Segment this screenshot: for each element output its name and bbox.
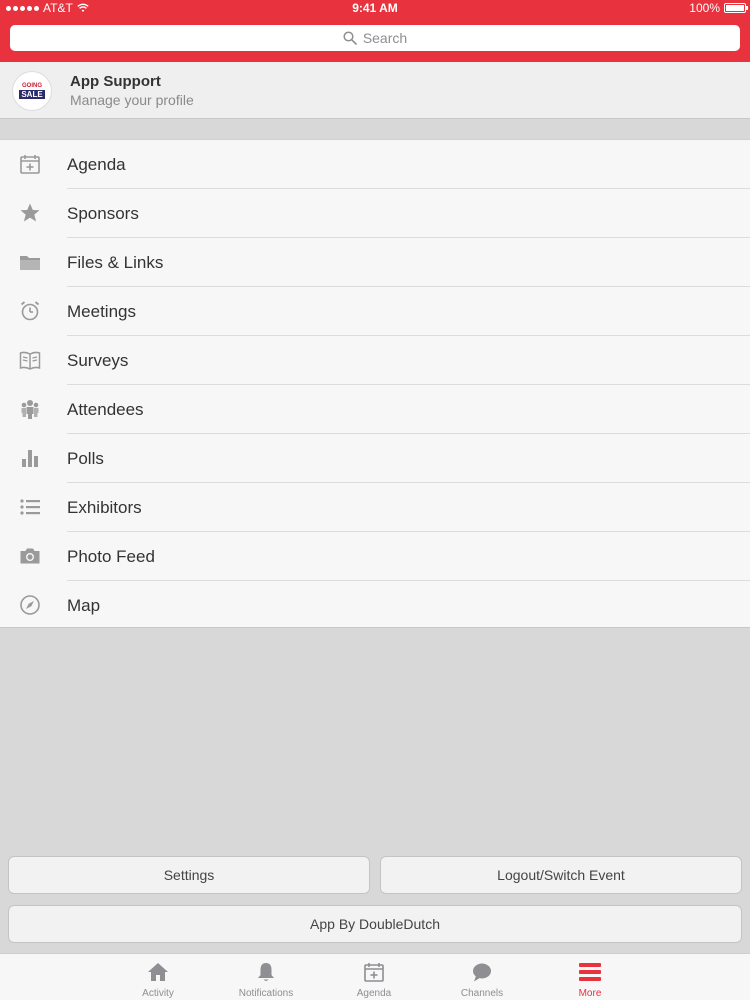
profile-name: App Support (70, 73, 161, 90)
menu-item-label: Meetings (67, 302, 136, 321)
tab-more[interactable]: More (536, 954, 644, 1000)
menu-item-label: Files & Links (67, 253, 164, 272)
tab-label: More (578, 988, 602, 999)
menu-item-label: Polls (67, 449, 104, 468)
status-time: 9:41 AM (352, 1, 398, 15)
avatar-logo-text-top: GOING (21, 83, 42, 89)
search-header: Search (0, 16, 750, 62)
logout-button-label: Logout/Switch Event (497, 867, 625, 883)
list-icon (19, 496, 41, 518)
menu-item-label: Surveys (67, 351, 129, 370)
menu-item-files-links[interactable]: Files & Links (0, 238, 750, 287)
chat-bubble-icon (471, 961, 493, 983)
avatar-logo-text-bottom: SALE (19, 90, 45, 99)
bell-icon (255, 961, 277, 983)
profile-row[interactable]: GOING SALE App Support Manage your profi… (0, 62, 750, 119)
open-book-icon (19, 349, 41, 371)
search-input[interactable]: Search (10, 25, 740, 51)
menu-item-label: Map (67, 596, 101, 615)
menu-item-attendees[interactable]: Attendees (0, 385, 750, 434)
app-by-button-label: App By DoubleDutch (310, 916, 440, 932)
search-icon (343, 31, 357, 45)
menu-item-label: Photo Feed (67, 547, 155, 566)
menu-item-sponsors[interactable]: Sponsors (0, 189, 750, 238)
tab-notifications[interactable]: Notifications (212, 954, 320, 1000)
compass-icon (19, 594, 41, 616)
tab-bar: Activity Notifications Agenda Channels M… (0, 953, 750, 1000)
hamburger-menu-icon (579, 961, 601, 983)
menu-item-label: Agenda (67, 155, 126, 174)
star-icon (19, 202, 41, 224)
logout-switch-event-button[interactable]: Logout/Switch Event (380, 856, 742, 894)
menu-item-surveys[interactable]: Surveys (0, 336, 750, 385)
battery-percent: 100% (689, 1, 720, 15)
tab-label: Notifications (238, 988, 294, 999)
calendar-plus-icon (363, 961, 385, 983)
app-by-doubledutch-button[interactable]: App By DoubleDutch (8, 905, 742, 943)
battery-icon (724, 3, 748, 13)
menu-item-map[interactable]: Map (0, 581, 750, 630)
status-bar: AT&T 9:41 AM 100% (0, 0, 750, 16)
menu-item-exhibitors[interactable]: Exhibitors (0, 483, 750, 532)
settings-button[interactable]: Settings (8, 856, 370, 894)
camera-icon (19, 545, 41, 567)
menu-item-label: Attendees (67, 400, 144, 419)
profile-subtitle: Manage your profile (70, 92, 194, 108)
menu-item-label: Exhibitors (67, 498, 142, 517)
home-icon (147, 961, 169, 983)
calendar-plus-icon (19, 153, 41, 175)
menu-item-meetings[interactable]: Meetings (0, 287, 750, 336)
menu-item-photo-feed[interactable]: Photo Feed (0, 532, 750, 581)
avatar: GOING SALE (12, 71, 52, 111)
tab-activity[interactable]: Activity (104, 954, 212, 1000)
tab-label: Agenda (356, 988, 392, 999)
menu-item-label: Sponsors (67, 204, 139, 223)
folder-icon (19, 251, 41, 273)
tab-label: Channels (460, 988, 504, 999)
settings-button-label: Settings (163, 867, 215, 883)
menu-item-agenda[interactable]: Agenda (0, 140, 750, 189)
tab-agenda[interactable]: Agenda (320, 954, 428, 1000)
menu-item-polls[interactable]: Polls (0, 434, 750, 483)
status-right: 100% (689, 1, 748, 15)
tab-channels[interactable]: Channels (428, 954, 536, 1000)
more-menu-list: Agenda Sponsors Files & Links Meetings S… (0, 139, 750, 628)
tab-label: Activity (142, 988, 174, 999)
people-icon (19, 398, 41, 420)
bar-chart-icon (19, 447, 41, 469)
search-placeholder: Search (362, 30, 408, 46)
alarm-clock-icon (19, 300, 41, 322)
